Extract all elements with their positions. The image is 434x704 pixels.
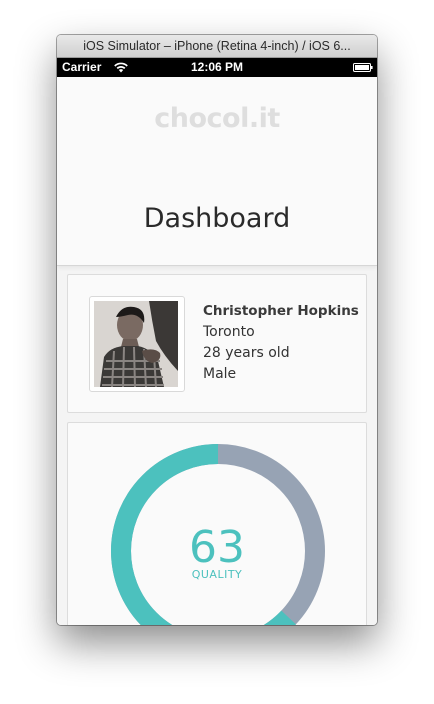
window-title: iOS Simulator – iPhone (Retina 4-inch) /… (57, 35, 377, 58)
profile-photo-icon (94, 301, 178, 387)
profile-age: 28 years old (203, 345, 290, 361)
app-logo: chocol.it (154, 103, 280, 134)
quality-card[interactable]: 63 QUALITY (67, 422, 367, 625)
quality-label: QUALITY (191, 568, 243, 581)
status-bar: Carrier 12:06 PM (57, 58, 377, 77)
quality-value: 63 (189, 522, 245, 573)
profile-city: Toronto (203, 324, 255, 340)
profile-card[interactable]: Christopher Hopkins Toronto 28 years old… (67, 274, 367, 413)
avatar (94, 301, 178, 387)
avatar-frame (89, 296, 185, 392)
app-header: chocol.it Dashboard (57, 77, 377, 266)
simulator-window: iOS Simulator – iPhone (Retina 4-inch) /… (57, 35, 377, 625)
status-time: 12:06 PM (190, 60, 244, 74)
profile-info: Christopher Hopkins Toronto 28 years old… (203, 301, 359, 385)
profile-gender: Male (203, 366, 237, 382)
profile-name: Christopher Hopkins (203, 303, 359, 319)
app-screen: chocol.it Dashboard Christopher Hopkins … (57, 77, 377, 625)
battery-icon (353, 63, 373, 72)
page-title: Dashboard (143, 203, 291, 234)
